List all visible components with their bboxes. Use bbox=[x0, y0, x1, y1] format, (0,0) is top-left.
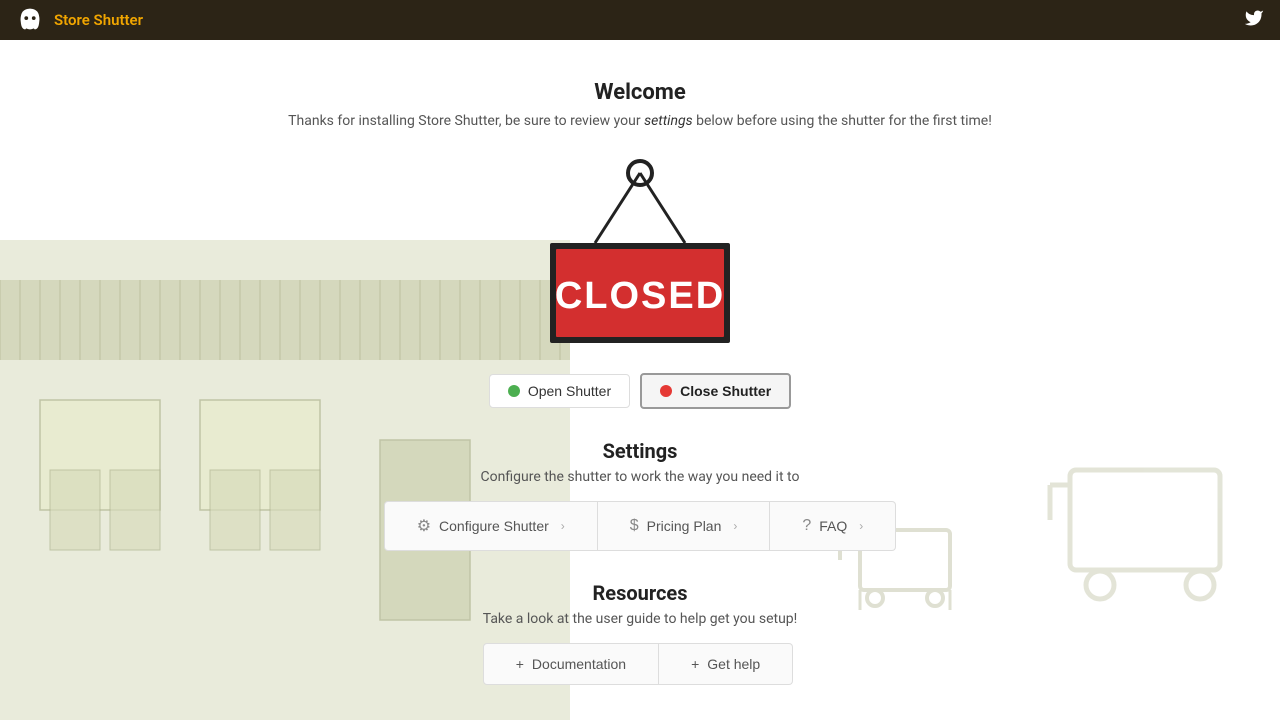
settings-section: Settings Configure the shutter to work t… bbox=[384, 439, 897, 551]
open-shutter-button[interactable]: Open Shutter bbox=[489, 374, 630, 408]
twitter-icon[interactable] bbox=[1244, 8, 1264, 33]
chevron-icon-2: › bbox=[733, 519, 737, 533]
svg-text:CLOSED: CLOSED bbox=[555, 275, 725, 317]
app-logo bbox=[16, 6, 44, 34]
closed-sign: CLOSED bbox=[530, 153, 750, 353]
get-help-label: Get help bbox=[707, 656, 760, 672]
settings-title: Settings bbox=[384, 439, 897, 463]
app-header: Store Shutter bbox=[0, 0, 1280, 40]
open-dot bbox=[508, 385, 520, 397]
resources-section: Resources Take a look at the user guide … bbox=[483, 581, 798, 685]
close-shutter-label: Close Shutter bbox=[680, 383, 771, 399]
closed-sign-svg: CLOSED bbox=[530, 153, 750, 353]
documentation-label: Documentation bbox=[532, 656, 626, 672]
close-dot bbox=[660, 385, 672, 397]
pricing-plan-button[interactable]: $ Pricing Plan › bbox=[598, 501, 771, 551]
close-shutter-button[interactable]: Close Shutter bbox=[640, 373, 791, 409]
welcome-title: Welcome bbox=[594, 80, 685, 105]
plus-icon-help: + bbox=[691, 656, 699, 672]
faq-label: FAQ bbox=[819, 518, 847, 534]
main-content: Welcome Thanks for installing Store Shut… bbox=[0, 40, 1280, 720]
settings-subtitle: Configure the shutter to work the way yo… bbox=[384, 469, 897, 485]
welcome-subtitle: Thanks for installing Store Shutter, be … bbox=[288, 113, 992, 129]
get-help-button[interactable]: + Get help bbox=[659, 643, 793, 685]
header-left: Store Shutter bbox=[16, 6, 143, 34]
open-shutter-label: Open Shutter bbox=[528, 383, 611, 399]
configure-shutter-label: Configure Shutter bbox=[439, 518, 549, 534]
resources-title: Resources bbox=[483, 581, 798, 605]
plus-icon-doc: + bbox=[516, 656, 524, 672]
dollar-icon: $ bbox=[630, 517, 639, 535]
settings-buttons: ⚙ Configure Shutter › $ Pricing Plan › ?… bbox=[384, 501, 897, 551]
faq-button[interactable]: ? FAQ › bbox=[770, 501, 896, 551]
gear-icon: ⚙ bbox=[417, 516, 431, 536]
documentation-button[interactable]: + Documentation bbox=[483, 643, 659, 685]
chevron-icon-3: › bbox=[859, 519, 863, 533]
pricing-plan-label: Pricing Plan bbox=[647, 518, 722, 534]
header-title: Store Shutter bbox=[54, 11, 143, 29]
chevron-icon: › bbox=[561, 519, 565, 533]
shutter-toggle: Open Shutter Close Shutter bbox=[489, 373, 791, 409]
resources-buttons: + Documentation + Get help bbox=[483, 643, 798, 685]
resources-subtitle: Take a look at the user guide to help ge… bbox=[483, 611, 798, 627]
question-icon: ? bbox=[802, 517, 811, 535]
configure-shutter-button[interactable]: ⚙ Configure Shutter › bbox=[384, 501, 598, 551]
